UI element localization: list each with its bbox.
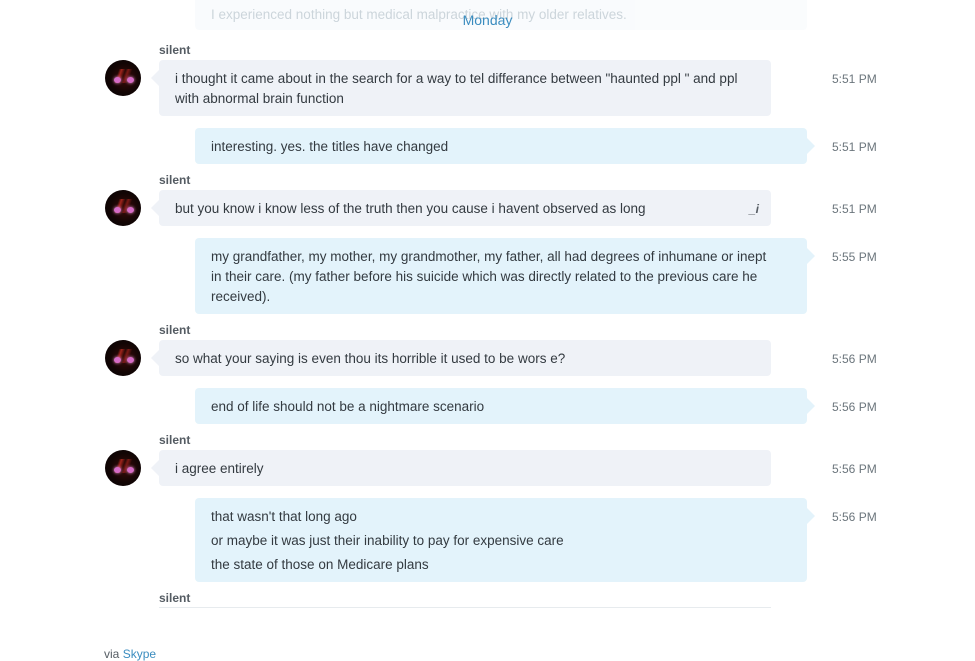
message-line: my grandfather, my mother, my grandmothe… (211, 249, 767, 264)
message-line: i agree entirely (175, 461, 264, 476)
avatar[interactable] (105, 450, 141, 486)
message-line: the state of those on Medicare plans (211, 557, 429, 572)
message-bubble[interactable]: i thought it came about in the search fo… (151, 60, 771, 116)
message-bubble[interactable]: interesting. yes. the titles have change… (195, 128, 815, 164)
avatar[interactable] (105, 190, 141, 226)
footer: via Skype (104, 647, 156, 661)
edited-icon[interactable]: _i (749, 199, 759, 219)
message-line: received). (211, 289, 271, 304)
message-bubble[interactable]: my grandfather, my mother, my grandmothe… (195, 238, 815, 314)
message-line: but you know i know less of the truth th… (175, 201, 646, 216)
message-timestamp: 5:56 PM (832, 462, 877, 476)
message-timestamp: 5:51 PM (832, 140, 877, 154)
sender-name: silent (159, 591, 191, 605)
sender-name: silent (159, 173, 191, 187)
message-line: i thought it came about in the search fo… (175, 71, 738, 86)
footer-prefix: via (104, 647, 120, 661)
message-bubble[interactable]: i agree entirely (151, 450, 771, 486)
message-timestamp: 5:56 PM (832, 510, 877, 524)
sender-name: silent (159, 323, 191, 337)
message-line: interesting. yes. the titles have change… (211, 139, 449, 154)
message-bubble[interactable]: that wasn't that long ago or maybe it wa… (195, 498, 815, 582)
divider (159, 607, 771, 608)
message-timestamp: 5:56 PM (832, 352, 877, 366)
sender-name: silent (159, 43, 191, 57)
message-line: or maybe it was just their inability to … (211, 533, 564, 548)
message-bubble[interactable]: so what your saying is even thou its hor… (151, 340, 771, 376)
day-separator: Monday (462, 12, 513, 28)
message-line: with abnormal brain function (175, 91, 344, 106)
message-bubble[interactable]: but you know i know less of the truth th… (151, 190, 771, 226)
message-timestamp: 5:56 PM (832, 400, 877, 414)
message-timestamp: 5:51 PM (832, 202, 877, 216)
message-line: that wasn't that long ago (211, 509, 357, 524)
message-timestamp: 5:55 PM (832, 250, 877, 264)
skype-link[interactable]: Skype (123, 647, 156, 661)
message-line: so what your saying is even thou its hor… (175, 351, 566, 366)
message-bubble[interactable]: end of life should not be a nightmare sc… (195, 388, 815, 424)
sender-name: silent (159, 433, 191, 447)
avatar[interactable] (105, 340, 141, 376)
message-line: in their care. (my father before his sui… (211, 269, 758, 284)
message-timestamp: 5:51 PM (832, 72, 877, 86)
message-line: end of life should not be a nightmare sc… (211, 399, 485, 414)
avatar[interactable] (105, 60, 141, 96)
